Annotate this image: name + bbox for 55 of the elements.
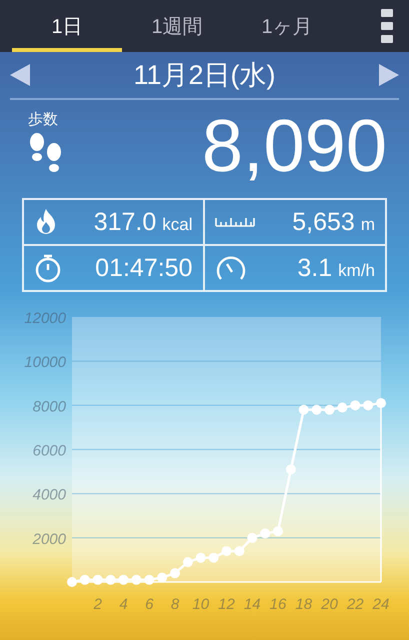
x-axis-label: 12: [218, 596, 235, 609]
x-axis-label: 22: [346, 596, 364, 609]
y-axis-label: 2000: [32, 530, 66, 548]
x-axis-label: 18: [295, 596, 312, 609]
x-axis-label: 20: [321, 596, 338, 609]
stat-value: 5,653: [292, 208, 355, 236]
data-point: [286, 464, 296, 474]
data-point: [363, 400, 374, 410]
data-point: [312, 404, 322, 415]
stat-value: 01:47:50: [95, 254, 192, 282]
data-point: [208, 552, 219, 563]
data-point: [337, 402, 348, 413]
y-axis-label: 12000: [24, 310, 66, 327]
data-point: [273, 526, 283, 536]
stat-unit: kcal: [162, 214, 192, 234]
tab[interactable]: 1日: [12, 0, 122, 52]
step-count: 8,090: [202, 106, 387, 189]
stat-value: 3.1: [297, 254, 332, 282]
x-axis-label: 16: [270, 596, 286, 609]
menu-icon[interactable]: [381, 9, 393, 43]
steps-label: 歩数: [28, 110, 59, 129]
y-axis-label: 4000: [32, 486, 66, 504]
data-point: [222, 546, 232, 556]
stat-value: 317.0: [94, 208, 156, 236]
stat-unit: m: [360, 214, 375, 234]
footprints-icon: [28, 133, 64, 175]
stopwatch-icon: [34, 253, 62, 283]
y-axis-label: 8000: [32, 398, 66, 416]
data-point: [170, 568, 180, 578]
date-title: 11月2日(水): [133, 59, 276, 92]
x-axis-label: 24: [372, 596, 390, 609]
data-point: [234, 546, 244, 556]
y-axis-label: 10000: [24, 354, 66, 372]
y-axis-label: 6000: [32, 442, 66, 460]
x-axis-label: 8: [170, 596, 180, 609]
flame-icon: [34, 208, 58, 236]
data-point: [260, 528, 270, 538]
ruler-icon: [214, 217, 254, 227]
data-point: [350, 400, 360, 410]
data-point: [324, 404, 334, 415]
data-point: [182, 557, 193, 568]
x-axis-label: 6: [145, 596, 154, 609]
next-arrow-icon[interactable]: [379, 64, 399, 86]
x-axis-label: 4: [119, 596, 128, 609]
x-axis-label: 2: [94, 596, 102, 609]
data-point: [298, 404, 309, 415]
speedometer-icon: [214, 254, 246, 282]
tab[interactable]: 1週間: [122, 0, 232, 52]
previous-arrow-icon[interactable]: [10, 64, 30, 86]
data-point: [247, 532, 258, 543]
x-axis-label: 10: [192, 596, 210, 609]
data-point: [196, 552, 206, 563]
x-axis-label: 14: [244, 596, 261, 609]
tab[interactable]: 1ヶ月: [232, 0, 342, 52]
stat-unit: km/h: [338, 260, 375, 280]
